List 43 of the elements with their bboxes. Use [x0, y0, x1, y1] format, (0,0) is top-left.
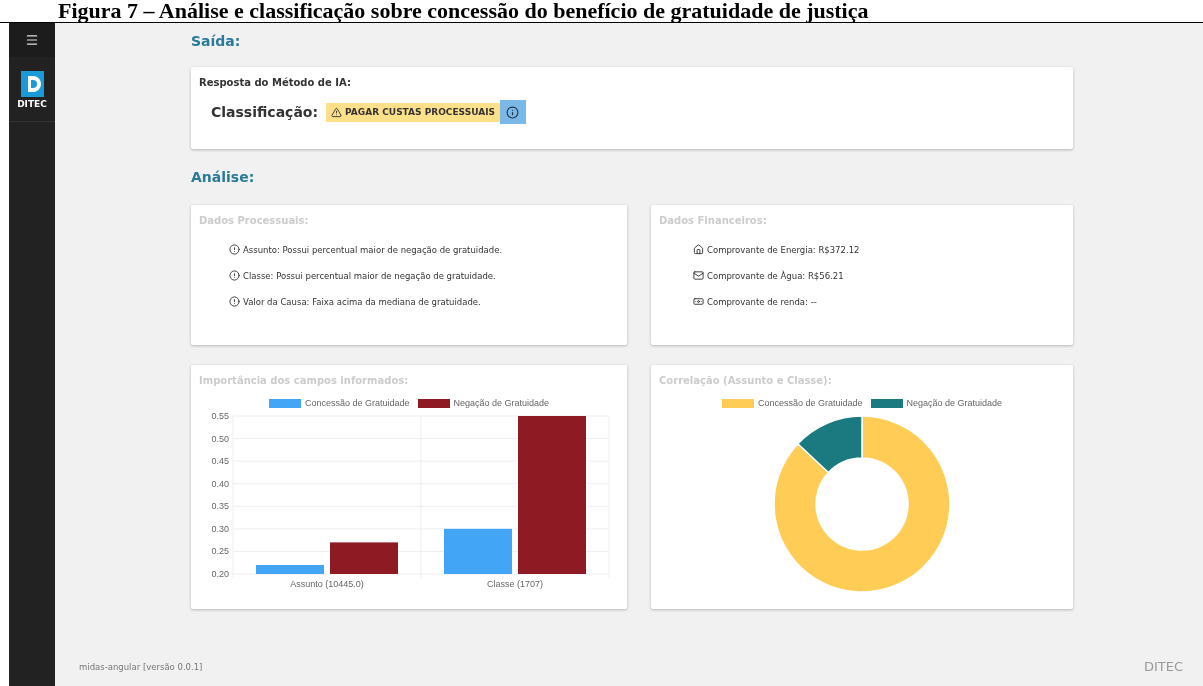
axis-category-label: Assunto (10445.0)	[290, 579, 364, 589]
axis-tick-label: 0.40	[211, 478, 229, 489]
menu-icon	[25, 33, 39, 47]
legend-item[interactable]: Concessão de Gratuidade	[268, 398, 410, 408]
alert-icon	[229, 296, 240, 307]
axis-tick-label: 0.35	[211, 501, 229, 512]
menu-button[interactable]	[9, 23, 55, 57]
bar	[330, 542, 398, 574]
bar	[444, 528, 512, 574]
alert-icon	[229, 270, 240, 281]
legend-item[interactable]: Negação de Gratuidade	[417, 398, 550, 408]
legend-item[interactable]: Negação de Gratuidade	[870, 398, 1003, 408]
axis-tick-label: 0.25	[211, 546, 229, 557]
bar	[256, 564, 324, 574]
alert-icon	[229, 244, 240, 255]
process-note: Classe: Possui percentual maior de negação de gratuidade.	[243, 270, 496, 281]
card-title: Resposta do Método de IA:	[199, 77, 352, 88]
process-note: Valor da Causa: Faixa acima da mediana de gratuidade.	[243, 296, 481, 307]
footer-brand: DITEC	[1143, 659, 1183, 674]
version-text: midas-angular [versão 0.0.1]	[79, 661, 203, 672]
banknote-icon	[693, 296, 704, 307]
classification-label: Classificação:	[211, 104, 319, 120]
axis-tick-label: 0.20	[211, 569, 229, 579]
axis-tick-label: 0.45	[211, 456, 229, 467]
result-badge: PAGAR CUSTAS PROCESSUAIS	[326, 102, 500, 122]
logo-text: DITEC	[17, 99, 47, 109]
info-icon	[506, 105, 520, 119]
axis-category-label: Classe (1707)	[487, 579, 543, 589]
axis-tick-label: 0.30	[211, 523, 229, 534]
house-icon	[693, 244, 704, 255]
financial-note: Comprovante de Energia: R$372.12	[707, 244, 860, 255]
warning-icon	[331, 106, 343, 118]
axis-tick-label: 0.55	[211, 411, 229, 421]
section-title: Análise:	[191, 169, 256, 185]
logo-icon	[20, 71, 44, 97]
financial-note: Comprovante de Àgua: R$56.21	[707, 270, 844, 281]
financial-note: Comprovante de renda: --	[707, 296, 817, 307]
process-note: Assunto: Possui percentual maior de negação de gratuidade.	[243, 244, 503, 255]
section-title: Saída:	[191, 33, 242, 49]
info-button[interactable]	[499, 100, 526, 124]
mail-icon	[693, 270, 704, 281]
legend-item[interactable]: Concessão de Gratuidade	[721, 398, 863, 408]
axis-tick-label: 0.50	[211, 433, 229, 444]
